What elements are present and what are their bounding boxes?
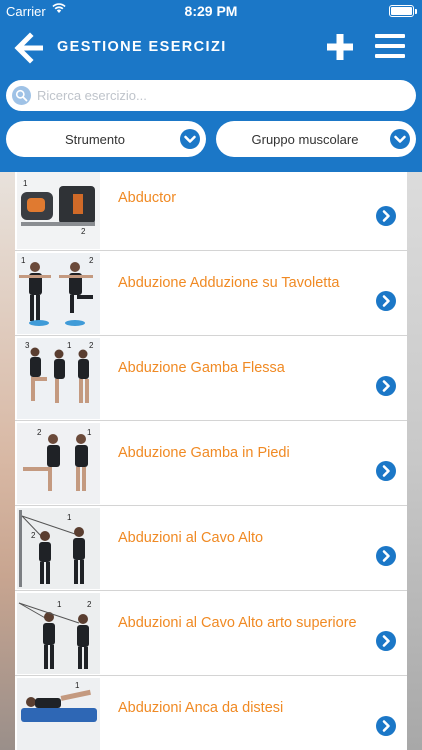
svg-text:2: 2 <box>37 428 42 437</box>
status-time: 8:29 PM <box>184 3 238 19</box>
exercise-row[interactable]: 2 1 Abduzione Gamba in Piedi <box>15 421 407 506</box>
status-bar: Carrier 8:29 PM <box>0 0 422 22</box>
hamburger-menu-icon <box>375 34 405 58</box>
svg-text:1: 1 <box>23 179 28 188</box>
exercise-row[interactable]: 1 2 Abductor <box>15 172 407 251</box>
page-title: GESTIONE ESERCIZI <box>57 39 227 55</box>
exercise-row[interactable]: 1 Abduzioni Anca da distesi <box>15 676 407 750</box>
exercise-row[interactable]: 1 2 Abduzioni al Cavo Alto arto superior… <box>15 591 407 676</box>
svg-text:1: 1 <box>87 428 92 437</box>
exercise-thumbnail: 1 2 <box>17 508 100 589</box>
exercise-thumbnail: 1 2 <box>17 593 100 674</box>
exercise-row[interactable]: 1 2 Abduzione Adduzione su Tavoletta <box>15 251 407 336</box>
svg-text:2: 2 <box>87 600 92 609</box>
exercise-title: Abduzione Adduzione su Tavoletta <box>118 275 340 291</box>
exercise-title: Abduzioni al Cavo Alto arto superiore <box>118 615 357 631</box>
exercise-title: Abduzione Gamba Flessa <box>118 360 285 376</box>
back-arrow-icon <box>14 32 43 64</box>
exercise-row[interactable]: 3 1 2 Abduzione Gamba Flessa <box>15 336 407 421</box>
add-exercise-button[interactable] <box>325 32 355 62</box>
background-right-strip <box>407 170 422 750</box>
exercise-title: Abductor <box>118 190 177 206</box>
instrument-filter-dropdown[interactable]: Strumento <box>6 121 206 157</box>
exercise-thumbnail: 3 1 2 <box>17 338 100 419</box>
muscle-group-filter-dropdown[interactable]: Gruppo muscolare <box>216 121 416 157</box>
svg-text:2: 2 <box>89 341 94 350</box>
search-icon <box>12 86 31 105</box>
battery-icon <box>389 5 417 17</box>
exercise-title: Abduzioni Anca da distesi <box>118 700 284 716</box>
chevron-right-icon <box>376 291 396 311</box>
svg-text:1: 1 <box>57 600 62 609</box>
chevron-down-icon <box>390 129 410 149</box>
exercise-list: 1 2 Abductor 1 2 Abduzione Adduzione su … <box>15 172 407 750</box>
instrument-filter-label: Strumento <box>65 132 125 147</box>
svg-text:1: 1 <box>67 341 72 350</box>
chevron-right-icon <box>376 631 396 651</box>
navigation-bar: GESTIONE ESERCIZI <box>0 22 422 74</box>
svg-text:2: 2 <box>81 227 86 236</box>
background-left-strip <box>0 170 15 750</box>
exercise-title: Abduzione Gamba in Piedi <box>118 445 290 461</box>
search-input[interactable] <box>37 84 407 107</box>
exercise-row[interactable]: 1 2 Abduzioni al Cavo Alto <box>15 506 407 591</box>
exercise-thumbnail: 2 1 <box>17 423 100 504</box>
svg-text:2: 2 <box>89 256 94 265</box>
exercise-thumbnail: 1 2 <box>17 253 100 334</box>
chevron-down-icon <box>180 129 200 149</box>
header-area: Carrier 8:29 PM GESTIONE ESERCIZI Ricerc… <box>0 0 422 172</box>
chevron-right-icon <box>376 376 396 396</box>
chevron-right-icon <box>376 206 396 226</box>
muscle-group-filter-label: Gruppo muscolare <box>251 132 359 147</box>
svg-text:1: 1 <box>75 681 80 690</box>
chevron-right-icon <box>376 716 396 736</box>
svg-text:2: 2 <box>31 531 36 540</box>
search-bar <box>6 80 416 111</box>
exercise-title: Abduzioni al Cavo Alto <box>118 530 264 546</box>
svg-text:1: 1 <box>21 256 26 265</box>
exercise-thumbnail: 1 <box>17 678 100 750</box>
svg-text:3: 3 <box>25 341 30 350</box>
exercise-thumbnail: 1 2 <box>17 172 100 249</box>
menu-button[interactable] <box>375 34 405 60</box>
chevron-right-icon <box>376 461 396 481</box>
chevron-right-icon <box>376 546 396 566</box>
plus-icon <box>327 34 353 60</box>
back-button[interactable] <box>14 32 46 64</box>
svg-text:1: 1 <box>67 513 72 522</box>
